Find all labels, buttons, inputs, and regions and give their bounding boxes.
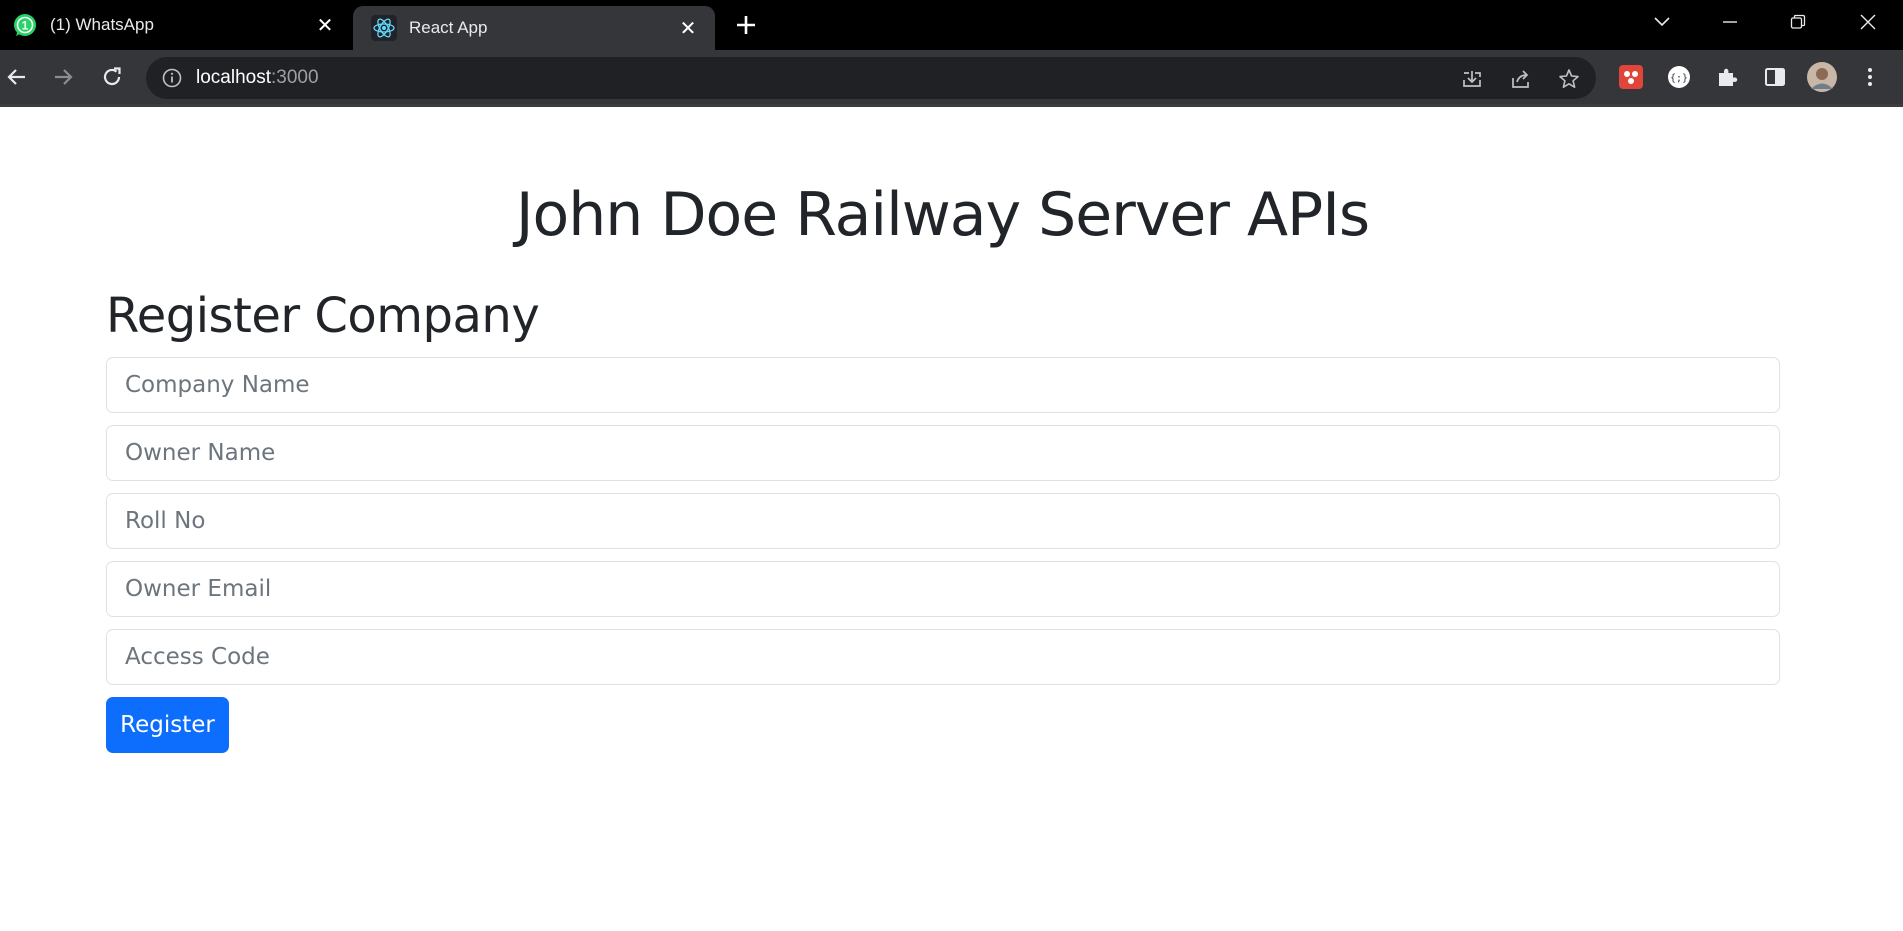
share-icon[interactable] — [1508, 66, 1534, 92]
reload-icon — [103, 67, 121, 86]
extensions-button[interactable] — [1711, 61, 1743, 93]
minimize-button[interactable] — [1704, 0, 1756, 44]
side-panel-button[interactable] — [1759, 61, 1791, 93]
profile-button[interactable] — [1806, 61, 1838, 93]
tab-whatsapp[interactable]: 1 (1) WhatsApp ✕ — [0, 0, 352, 50]
arrow-right-icon — [55, 69, 73, 85]
toolbar-divider — [0, 104, 1903, 107]
minimize-icon — [1723, 21, 1737, 23]
page-title: John Doe Railway Server APIs — [515, 180, 1370, 250]
roll-no-input[interactable] — [106, 493, 1780, 549]
install-app-icon[interactable] — [1459, 66, 1485, 92]
url-text[interactable]: localhost:3000 — [196, 67, 319, 89]
register-button[interactable]: Register — [106, 697, 229, 753]
tab-title: (1) WhatsApp — [50, 15, 154, 34]
extension-red-button[interactable] — [1615, 61, 1647, 93]
close-icon[interactable]: ✕ — [312, 12, 338, 38]
tab-search-button[interactable] — [1636, 0, 1688, 44]
owner-name-input[interactable] — [106, 425, 1780, 481]
close-window-button[interactable] — [1842, 0, 1894, 44]
restore-icon — [1790, 14, 1806, 29]
react-icon — [371, 15, 397, 41]
tab-title: React App — [409, 18, 488, 37]
back-button[interactable] — [0, 61, 32, 93]
company-name-input[interactable] — [106, 357, 1780, 413]
svg-text:{;}: {;} — [1670, 73, 1688, 84]
address-bar[interactable]: localhost:3000 — [146, 57, 1596, 99]
plus-icon — [737, 16, 755, 34]
close-icon — [1860, 14, 1876, 30]
side-panel-icon — [1765, 68, 1785, 86]
extension-red-icon — [1619, 65, 1643, 89]
tab-react-app[interactable]: React App ✕ — [353, 6, 715, 50]
kebab-menu-icon — [1868, 68, 1872, 86]
tab-badge: 1 — [22, 19, 29, 33]
access-code-input[interactable] — [106, 629, 1780, 685]
star-icon[interactable] — [1556, 66, 1582, 92]
restore-button[interactable] — [1772, 0, 1824, 44]
arrow-left-icon — [7, 69, 25, 85]
menu-button[interactable] — [1854, 61, 1886, 93]
url-port: :3000 — [271, 67, 319, 88]
tab-strip: 1 (1) WhatsApp ✕ React App ✕ — [0, 0, 1903, 50]
new-tab-button[interactable] — [731, 10, 761, 40]
close-icon[interactable]: ✕ — [675, 15, 701, 41]
extension-white-button[interactable]: {;} — [1663, 61, 1695, 93]
reload-button[interactable] — [96, 61, 128, 93]
extension-circle-icon: {;} — [1668, 66, 1690, 88]
url-host: localhost — [196, 67, 271, 88]
info-icon[interactable] — [160, 66, 184, 90]
whatsapp-icon: 1 — [12, 12, 38, 38]
owner-email-input[interactable] — [106, 561, 1780, 617]
avatar — [1807, 62, 1837, 92]
section-title: Register Company — [106, 288, 540, 344]
forward-button[interactable] — [48, 61, 80, 93]
chevron-down-icon — [1654, 17, 1670, 27]
puzzle-icon — [1719, 68, 1738, 86]
